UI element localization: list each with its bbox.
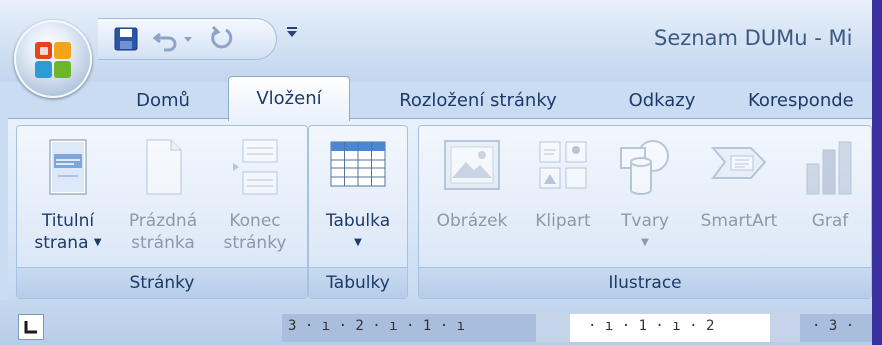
shapes-label: Tvary ▼ [605, 210, 685, 254]
table-line1: Tabulka [325, 211, 391, 231]
clipart-icon [539, 141, 587, 189]
illustrations-group-label: Ilustrace [419, 267, 871, 298]
shapes-icon [620, 140, 669, 195]
cover-page-line2: strana [34, 233, 89, 253]
tab-stop-selector[interactable] [18, 314, 44, 340]
word-window: Seznam DUMu - Mi Domů Vložení Rozložení … [0, 0, 872, 345]
pages-group-label: Stránky [17, 267, 307, 298]
picture-button[interactable]: Obrázek [423, 132, 521, 264]
pages-group: Titulní strana ▼ Prázdná stránka Konec s… [16, 125, 308, 299]
table-button[interactable]: Tabulka ▼ [311, 132, 405, 264]
undo-dropdown-icon[interactable] [184, 35, 192, 43]
page-break-button[interactable]: Konec stránky [209, 132, 301, 264]
tab-home[interactable]: Domů [118, 84, 208, 118]
ruler-left-margin[interactable] [536, 314, 570, 342]
save-icon[interactable] [112, 25, 140, 53]
table-dropdown-icon: ▼ [354, 237, 362, 248]
window-title: Seznam DUMu - Mi [654, 26, 853, 50]
horizontal-ruler[interactable]: 3 · ı · 2 · ı · 1 · ı · ı · 1 · ı · 2 · … [282, 314, 872, 342]
ruler-strip: 3 · ı · 2 · ı · 1 · ı · ı · 1 · ı · 2 · … [0, 300, 872, 345]
cover-page-line1: Titulní [41, 211, 95, 231]
blank-page-line2: stránka [131, 233, 195, 253]
table-label: Tabulka ▼ [311, 210, 405, 254]
tab-page-layout[interactable]: Rozložení stránky [378, 84, 578, 118]
page-break-label: Konec stránky [209, 210, 301, 254]
blank-page-line1: Prázdná [128, 211, 198, 231]
left-tab-icon [24, 321, 37, 334]
smartart-button[interactable]: SmartArt [685, 132, 793, 264]
ruler-right-margin[interactable] [770, 314, 800, 342]
chart-button[interactable]: Graf [793, 132, 867, 264]
undo-icon[interactable] [152, 25, 180, 53]
smartart-label: SmartArt [700, 211, 778, 231]
clipart-button[interactable]: Klipart [521, 132, 605, 264]
tab-mailings[interactable]: Koresponde [748, 84, 872, 118]
cover-page-dropdown-icon: ▼ [93, 237, 102, 248]
blank-page-button[interactable]: Prázdná stránka [117, 132, 209, 264]
ruler-left-ticks: 3 · ı · 2 · ı · 1 · ı [288, 318, 466, 334]
blank-page-label: Prázdná stránka [117, 210, 209, 254]
clipart-label: Klipart [535, 211, 591, 231]
shapes-line1: Tvary [621, 211, 669, 231]
smartart-icon [710, 147, 767, 179]
office-button[interactable] [14, 20, 92, 98]
cover-page-icon [49, 139, 87, 195]
tab-references[interactable]: Odkazy [612, 84, 712, 118]
tables-group-label: Tabulky [309, 267, 407, 298]
title-bar: Seznam DUMu - Mi [0, 0, 872, 82]
table-icon [330, 141, 386, 187]
page-break-line1: Konec [229, 211, 281, 231]
tables-group: Tabulka ▼ Tabulky [308, 125, 408, 299]
illustrations-group: Obrázek Klipart Tvary ▼ SmartArt Graf Il… [418, 125, 872, 299]
tab-insert[interactable]: Vložení [228, 76, 350, 121]
background-edge [872, 0, 882, 345]
shapes-dropdown-icon: ▼ [641, 237, 649, 248]
ruler-right-ticks: · ı · 1 · ı · 2 [588, 318, 715, 334]
customize-toolbar-icon[interactable] [286, 26, 298, 38]
cover-page-label: Titulní strana ▼ [19, 210, 117, 254]
office-logo-icon [35, 42, 71, 78]
ribbon-tabs: Domů Vložení Rozložení stránky Odkazy Ko… [0, 76, 872, 121]
quick-access-toolbar [98, 18, 277, 60]
ruler-far-ticks: · 3 · [812, 318, 855, 334]
picture-icon [444, 140, 500, 190]
picture-label: Obrázek [436, 211, 508, 231]
cover-page-button[interactable]: Titulní strana ▼ [19, 132, 117, 264]
chart-label: Graf [811, 211, 849, 231]
shapes-button[interactable]: Tvary ▼ [605, 132, 685, 264]
chart-icon [806, 141, 852, 195]
redo-icon[interactable] [206, 25, 234, 53]
blank-page-icon [146, 139, 182, 195]
page-break-line2: stránky [223, 233, 287, 253]
ribbon-panel: Titulní strana ▼ Prázdná stránka Konec s… [8, 118, 872, 301]
page-break-icon [233, 139, 278, 195]
